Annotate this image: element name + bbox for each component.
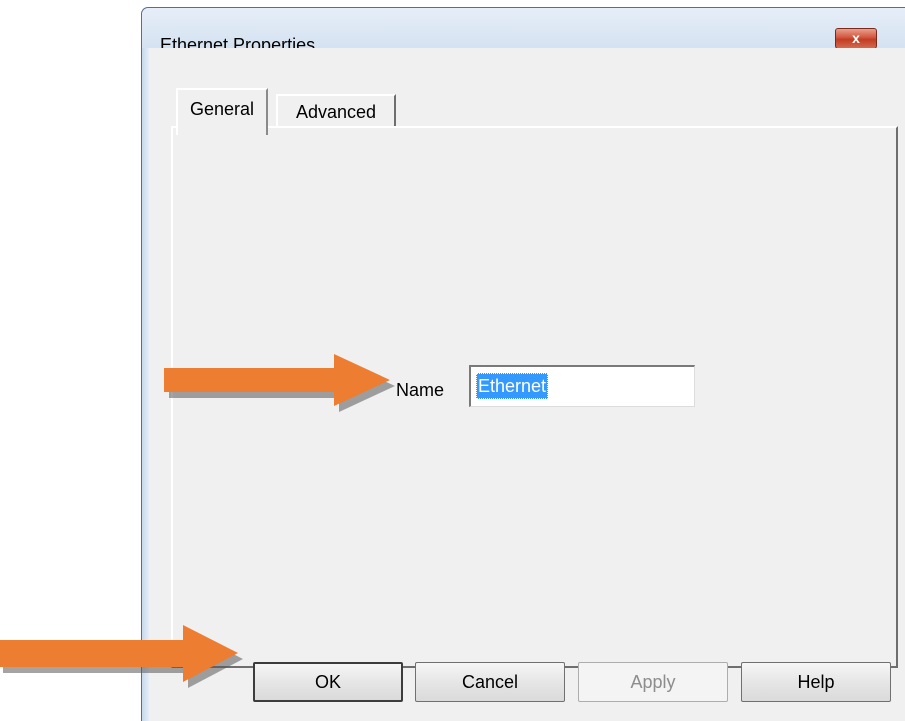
name-input[interactable]: Ethernet <box>469 365 695 407</box>
close-button[interactable]: x <box>835 28 877 49</box>
help-button[interactable]: Help <box>741 662 891 702</box>
tab-advanced[interactable]: Advanced <box>276 94 396 127</box>
title-bar[interactable]: Ethernet Properties x <box>142 8 905 54</box>
cancel-button[interactable]: Cancel <box>415 662 565 702</box>
apply-button[interactable]: Apply <box>578 662 728 702</box>
window-border <box>142 48 149 721</box>
name-input-value: Ethernet <box>476 373 549 399</box>
name-label: Name <box>396 380 445 400</box>
arrow-right-icon <box>164 354 395 412</box>
tab-general[interactable]: General <box>176 88 268 135</box>
ok-button[interactable]: OK <box>253 662 403 702</box>
tab-general-label: General <box>189 99 255 119</box>
arrow-right-icon <box>0 625 243 688</box>
tab-advanced-label: Advanced <box>295 102 377 122</box>
close-icon: x <box>852 30 860 46</box>
screenshot-canvas: Ethernet Properties x General Advanced N… <box>0 0 905 721</box>
